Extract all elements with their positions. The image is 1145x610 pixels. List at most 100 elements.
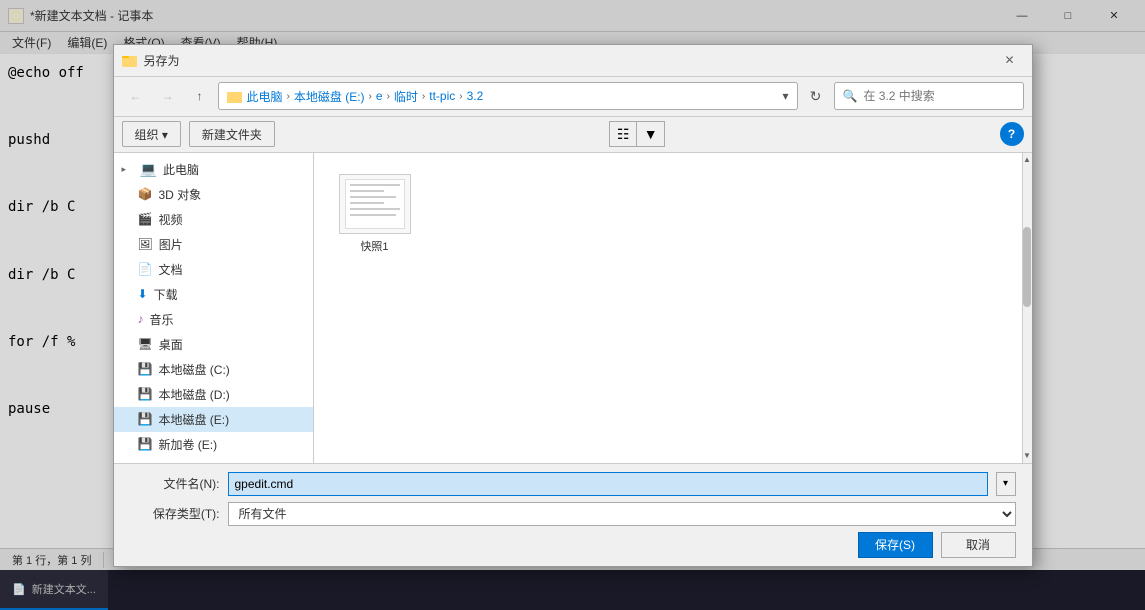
picture-icon: 🖼 bbox=[138, 237, 153, 251]
sidebar-item-music[interactable]: ♪ 音乐 bbox=[114, 307, 313, 332]
file-label: 快照1 bbox=[360, 238, 388, 254]
sidebar-scrollbar[interactable]: ▲ ▼ bbox=[1022, 153, 1032, 463]
view-toggle-button[interactable]: ☷ bbox=[609, 121, 637, 147]
sidebar-item-desktop[interactable]: 🖥 桌面 bbox=[114, 332, 313, 357]
thumbnail-inner bbox=[345, 179, 405, 229]
thumb-line4 bbox=[350, 202, 385, 204]
dialog-footer: 文件名(N): ▾ 保存类型(T): 所有文件 保存(S) 取消 bbox=[114, 463, 1032, 566]
breadcrumb-bar: 此电脑 › 本地磁盘 (E:) › e › 临时 › tt-pic › 3.2 … bbox=[218, 82, 798, 110]
sidebar-item-3d[interactable]: 📦 3D 对象 bbox=[114, 182, 313, 207]
view-dropdown-button[interactable]: ▼ bbox=[637, 121, 665, 147]
document-icon: 📄 bbox=[138, 262, 153, 276]
music-icon: ♪ bbox=[138, 312, 144, 326]
thumb-line5 bbox=[350, 208, 400, 210]
new-folder-button[interactable]: 新建文件夹 bbox=[189, 121, 275, 147]
filetype-label: 保存类型(T): bbox=[130, 505, 220, 522]
search-icon: 🔍 bbox=[843, 89, 858, 103]
filetype-select[interactable]: 所有文件 bbox=[228, 502, 1016, 526]
sidebar-label-download: 下载 bbox=[154, 286, 178, 303]
dialog-title-icon bbox=[122, 52, 138, 68]
breadcrumb-temp[interactable]: 临时 bbox=[394, 88, 418, 105]
drive-d-icon: 💾 bbox=[138, 387, 153, 401]
dialog-close-button[interactable]: ✕ bbox=[996, 50, 1024, 70]
nav-forward-button[interactable]: → bbox=[154, 82, 182, 110]
sidebar-label-this-pc: 此电脑 bbox=[163, 161, 199, 178]
breadcrumb-dropdown-icon[interactable]: ▾ bbox=[782, 89, 788, 103]
sidebar-item-video[interactable]: 🎬 视频 bbox=[114, 207, 313, 232]
sidebar-item-drive-c[interactable]: 💾 本地磁盘 (C:) bbox=[114, 357, 313, 382]
sidebar-item-drive-d[interactable]: 💾 本地磁盘 (D:) bbox=[114, 382, 313, 407]
sidebar-label-drive-c: 本地磁盘 (C:) bbox=[158, 361, 229, 378]
sidebar-label-music: 音乐 bbox=[150, 311, 174, 328]
refresh-button[interactable]: ↻ bbox=[802, 82, 830, 110]
drive-c-icon: 💾 bbox=[138, 362, 153, 376]
sidebar-label-drive-d: 本地磁盘 (D:) bbox=[158, 386, 229, 403]
sidebar-item-drive-e[interactable]: 💾 本地磁盘 (E:) bbox=[114, 407, 313, 432]
video-icon: 🎬 bbox=[138, 212, 153, 226]
sidebar-label-new-e: 新加卷 (E:) bbox=[158, 436, 217, 453]
search-input[interactable] bbox=[863, 89, 1014, 103]
sidebar-label-desktop: 桌面 bbox=[159, 336, 183, 353]
sidebar-item-document[interactable]: 📄 文档 bbox=[114, 257, 313, 282]
sidebar-item-picture[interactable]: 🖼 图片 bbox=[114, 232, 313, 257]
list-item[interactable]: 快照1 bbox=[330, 169, 420, 259]
new-vol-icon: 💾 bbox=[138, 437, 153, 451]
file-thumbnail bbox=[339, 174, 411, 234]
dialog-body: ▸ 💻 此电脑 📦 3D 对象 🎬 视频 🖼 图片 bbox=[114, 153, 1032, 463]
view-controls: ☷ ▼ bbox=[609, 121, 665, 147]
save-button[interactable]: 保存(S) bbox=[858, 532, 933, 558]
dialog-titlebar: 另存为 ✕ bbox=[114, 45, 1032, 77]
dialog-main-area: 快照1 bbox=[314, 153, 1022, 463]
breadcrumb-sep4: › bbox=[422, 91, 425, 102]
nav-back-button[interactable]: ← bbox=[122, 82, 150, 110]
desktop-icon: 🖥 bbox=[138, 337, 153, 351]
breadcrumb-folder-icon bbox=[227, 88, 243, 104]
filename-row: 文件名(N): ▾ bbox=[130, 472, 1016, 496]
new-folder-label: 新建文件夹 bbox=[202, 126, 262, 143]
pc-icon: 💻 bbox=[140, 161, 157, 178]
breadcrumb-sep2: › bbox=[369, 91, 372, 102]
scroll-down-arrow[interactable]: ▼ bbox=[1022, 449, 1032, 463]
dialog-toolbar: ← → ↑ 此电脑 › 本地磁盘 (E:) › e › 临时 › tt-pic … bbox=[114, 77, 1032, 117]
thumb-line2 bbox=[350, 190, 385, 192]
thumb-line1 bbox=[350, 184, 400, 186]
thumb-line6 bbox=[350, 214, 396, 216]
dialog-actionbar: 组织 ▾ 新建文件夹 ☷ ▼ ? bbox=[114, 117, 1032, 153]
sidebar-item-download[interactable]: ⬇ 下载 bbox=[114, 282, 313, 307]
help-button[interactable]: ? bbox=[1000, 122, 1024, 146]
download-icon: ⬇ bbox=[138, 287, 148, 301]
3d-icon: 📦 bbox=[138, 187, 153, 201]
organize-button[interactable]: 组织 ▾ bbox=[122, 121, 181, 147]
sidebar-label-video: 视频 bbox=[158, 211, 182, 228]
search-bar: 🔍 bbox=[834, 82, 1024, 110]
sidebar-item-this-pc[interactable]: ▸ 💻 此电脑 bbox=[114, 157, 313, 182]
breadcrumb-thispc[interactable]: 此电脑 bbox=[247, 88, 283, 105]
breadcrumb-sep5: › bbox=[459, 91, 462, 102]
organize-label: 组织 ▾ bbox=[135, 126, 168, 143]
breadcrumb-e[interactable]: e bbox=[376, 89, 383, 103]
dialog-overlay: 另存为 ✕ ← → ↑ 此电脑 › 本地磁盘 (E:) › e › 临时 bbox=[0, 0, 1145, 610]
saveas-dialog: 另存为 ✕ ← → ↑ 此电脑 › 本地磁盘 (E:) › e › 临时 bbox=[113, 44, 1033, 567]
sidebar-label-drive-e: 本地磁盘 (E:) bbox=[158, 411, 229, 428]
scroll-up-arrow[interactable]: ▲ bbox=[1022, 153, 1032, 167]
breadcrumb-drive[interactable]: 本地磁盘 (E:) bbox=[294, 88, 365, 105]
dialog-sidebar: ▸ 💻 此电脑 📦 3D 对象 🎬 视频 🖼 图片 bbox=[114, 153, 314, 463]
sidebar-label-document: 文档 bbox=[158, 261, 182, 278]
filename-dropdown-button[interactable]: ▾ bbox=[996, 472, 1016, 496]
expand-this-pc-icon: ▸ bbox=[122, 164, 134, 175]
breadcrumb-sep3: › bbox=[387, 91, 390, 102]
dialog-title-text: 另存为 bbox=[144, 52, 180, 69]
breadcrumb-ttpic[interactable]: tt-pic bbox=[429, 89, 455, 103]
thumb-line3 bbox=[350, 196, 396, 198]
filename-input[interactable] bbox=[228, 472, 988, 496]
nav-up-button[interactable]: ↑ bbox=[186, 82, 214, 110]
dialog-title: 另存为 bbox=[122, 52, 180, 69]
breadcrumb-sep1: › bbox=[287, 91, 290, 102]
drive-e-icon: 💾 bbox=[138, 412, 153, 426]
sidebar-item-new-e[interactable]: 💾 新加卷 (E:) bbox=[114, 432, 313, 457]
scroll-thumb[interactable] bbox=[1023, 227, 1031, 307]
footer-buttons: 保存(S) 取消 bbox=[130, 532, 1016, 558]
cancel-button[interactable]: 取消 bbox=[941, 532, 1016, 558]
sidebar-label-picture: 图片 bbox=[159, 236, 183, 253]
breadcrumb-32[interactable]: 3.2 bbox=[467, 89, 484, 103]
